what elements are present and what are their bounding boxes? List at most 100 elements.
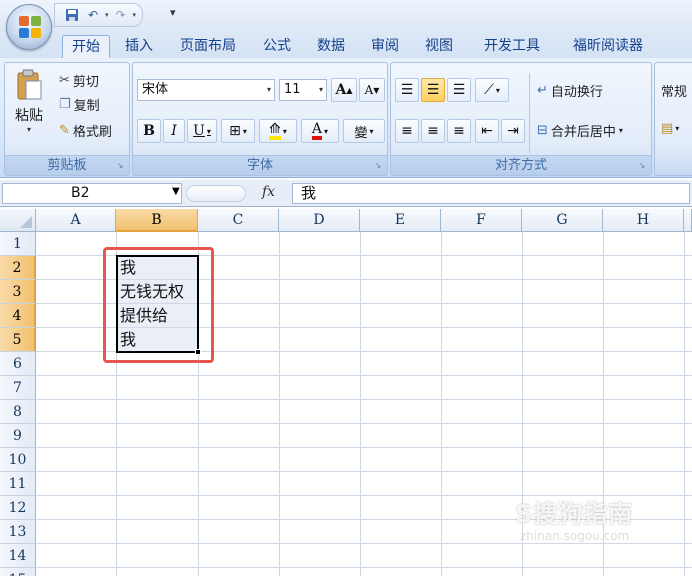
merge-center-label: 合并后居中 (550, 125, 616, 140)
phonetic-guide-button[interactable]: 變 ▾ (343, 119, 385, 143)
accounting-format-button[interactable]: ▤ ▾ (661, 121, 679, 136)
tab-review[interactable]: 审阅 (364, 35, 406, 58)
row-header-3[interactable]: 3 (0, 280, 36, 304)
tab-view[interactable]: 视图 (418, 35, 460, 58)
select-all-corner[interactable] (0, 209, 36, 232)
underline-button[interactable]: U ▾ (187, 119, 217, 143)
redo-icon[interactable]: ↷ (112, 6, 130, 24)
row-header-8[interactable]: 8 (0, 400, 36, 424)
orientation-dropdown-icon[interactable]: ▾ (496, 86, 500, 95)
alignment-launcher-icon[interactable]: ↘ (637, 161, 647, 171)
accounting-dropdown-icon[interactable]: ▾ (675, 124, 679, 133)
office-button[interactable] (6, 4, 52, 50)
formula-controls: fx (186, 183, 290, 204)
tab-home[interactable]: 开始 (62, 35, 110, 58)
row-header-11[interactable]: 11 (0, 472, 36, 496)
align-center-button[interactable]: ≡ (421, 119, 445, 143)
column-header-g[interactable]: G (522, 209, 603, 232)
font-name-combo[interactable]: 宋体 ▾ (137, 79, 275, 101)
clipboard-group-label: 剪贴板 (5, 155, 129, 175)
insert-function-icon[interactable]: fx (262, 184, 275, 200)
tab-developer[interactable]: 开发工具 (474, 35, 550, 58)
font-launcher-icon[interactable]: ↘ (373, 161, 383, 171)
fill-color-button[interactable]: ⟰ ▾ (259, 119, 297, 143)
column-header-c[interactable]: C (198, 209, 279, 232)
accounting-format-icon: ▤ (661, 121, 674, 136)
decrease-indent-button[interactable]: ⇤ (475, 119, 499, 143)
align-top-icon: ☰ (400, 82, 414, 98)
save-icon[interactable] (63, 6, 81, 24)
row-header-14[interactable]: 14 (0, 544, 36, 568)
shrink-font-button[interactable]: A ▼ (359, 78, 385, 102)
customize-qat-icon[interactable]: ▾ (170, 6, 176, 19)
fill-color-icon: ⟰ (269, 122, 281, 140)
font-size-combo[interactable]: 11 ▾ (279, 79, 327, 101)
tab-data[interactable]: 数据 (310, 35, 352, 58)
grow-font-button[interactable]: A ▲ (331, 78, 357, 102)
column-header-h[interactable]: H (603, 209, 684, 232)
font-color-button[interactable]: A ▾ (301, 119, 339, 143)
merge-center-dropdown-icon[interactable]: ▾ (619, 126, 623, 135)
column-header-i[interactable] (684, 209, 692, 232)
align-right-button[interactable]: ≡ (447, 119, 471, 143)
number-format-value: 常规 (661, 85, 688, 100)
align-top-button[interactable]: ☰ (395, 78, 419, 102)
row-header-13[interactable]: 13 (0, 520, 36, 544)
column-header-e[interactable]: E (360, 209, 441, 232)
underline-dropdown-icon[interactable]: ▾ (207, 127, 211, 136)
row-header-9[interactable]: 9 (0, 424, 36, 448)
formula-input[interactable]: 我 (292, 183, 690, 204)
align-bottom-button[interactable]: ☰ (447, 78, 471, 102)
tab-page-layout[interactable]: 页面布局 (172, 35, 244, 58)
tab-foxit-reader[interactable]: 福昕阅读器 (562, 35, 654, 58)
borders-dropdown-icon[interactable]: ▾ (243, 127, 247, 136)
paste-button[interactable]: 粘贴 ▾ (9, 67, 49, 151)
row-header-4[interactable]: 4 (0, 304, 36, 328)
increase-indent-button[interactable]: ⇥ (501, 119, 525, 143)
align-middle-button[interactable]: ☰ (421, 78, 445, 102)
tab-formulas[interactable]: 公式 (256, 35, 298, 58)
font-size-dropdown-icon[interactable]: ▾ (319, 80, 323, 100)
name-box-dropdown-icon[interactable]: ▼ (172, 186, 180, 197)
tab-insert[interactable]: 插入 (118, 35, 160, 58)
undo-icon[interactable]: ↶ (84, 6, 102, 24)
copy-button[interactable]: ❐ 复制 (59, 95, 100, 114)
number-format-combo[interactable]: 常规 (661, 81, 687, 100)
row-header-5[interactable]: 5 (0, 328, 36, 352)
cut-button[interactable]: ✂ 剪切 (59, 71, 99, 90)
format-painter-button[interactable]: ✎ 格式刷 (59, 121, 112, 140)
paste-label: 粘贴 (15, 108, 43, 124)
font-name-value: 宋体 (142, 82, 169, 97)
row-header-10[interactable]: 10 (0, 448, 36, 472)
bold-button[interactable]: B (137, 119, 161, 143)
undo-dropdown-icon[interactable]: ▾ (105, 11, 109, 19)
row-header-1[interactable]: 1 (0, 232, 36, 256)
orientation-button[interactable]: ⟋ ▾ (475, 78, 509, 102)
fill-color-dropdown-icon[interactable]: ▾ (283, 127, 287, 136)
name-box[interactable]: B2 (2, 183, 182, 204)
row-header-2[interactable]: 2 (0, 256, 36, 280)
row-header-12[interactable]: 12 (0, 496, 36, 520)
alignment-group: ☰ ☰ ☰ ⟋ ▾ ↵ 自动换行 ≡ ≡ ≡ ⇤ ⇥ ⊟ 合并后居中 ▾ 对齐方式… (390, 62, 652, 176)
row-header-6[interactable]: 6 (0, 352, 36, 376)
font-name-dropdown-icon[interactable]: ▾ (267, 80, 271, 100)
row-header-7[interactable]: 7 (0, 376, 36, 400)
borders-button[interactable]: ⊞ ▾ (221, 119, 255, 143)
clipboard-launcher-icon[interactable]: ↘ (115, 161, 125, 171)
phonetic-dropdown-icon[interactable]: ▾ (370, 127, 374, 136)
row-header-15[interactable]: 15 (0, 568, 36, 576)
paste-dropdown-icon[interactable]: ▾ (27, 125, 31, 134)
wrap-text-button[interactable]: ↵ 自动换行 (537, 81, 603, 100)
font-color-dropdown-icon[interactable]: ▾ (324, 127, 328, 136)
column-header-f[interactable]: F (441, 209, 522, 232)
column-header-d[interactable]: D (279, 209, 360, 232)
worksheet-grid[interactable]: A B C D E F G H 1 2 3 4 5 6 7 8 9 10 11 … (0, 209, 692, 576)
redo-dropdown-icon[interactable]: ▾ (133, 11, 137, 19)
column-header-a[interactable]: A (36, 209, 116, 232)
italic-button[interactable]: I (163, 119, 185, 143)
formula-bar-grip[interactable] (186, 185, 246, 202)
column-header-b[interactable]: B (116, 209, 198, 232)
annotation-highlight-box (103, 247, 214, 363)
merge-center-button[interactable]: ⊟ 合并后居中 ▾ (537, 121, 623, 140)
align-left-button[interactable]: ≡ (395, 119, 419, 143)
